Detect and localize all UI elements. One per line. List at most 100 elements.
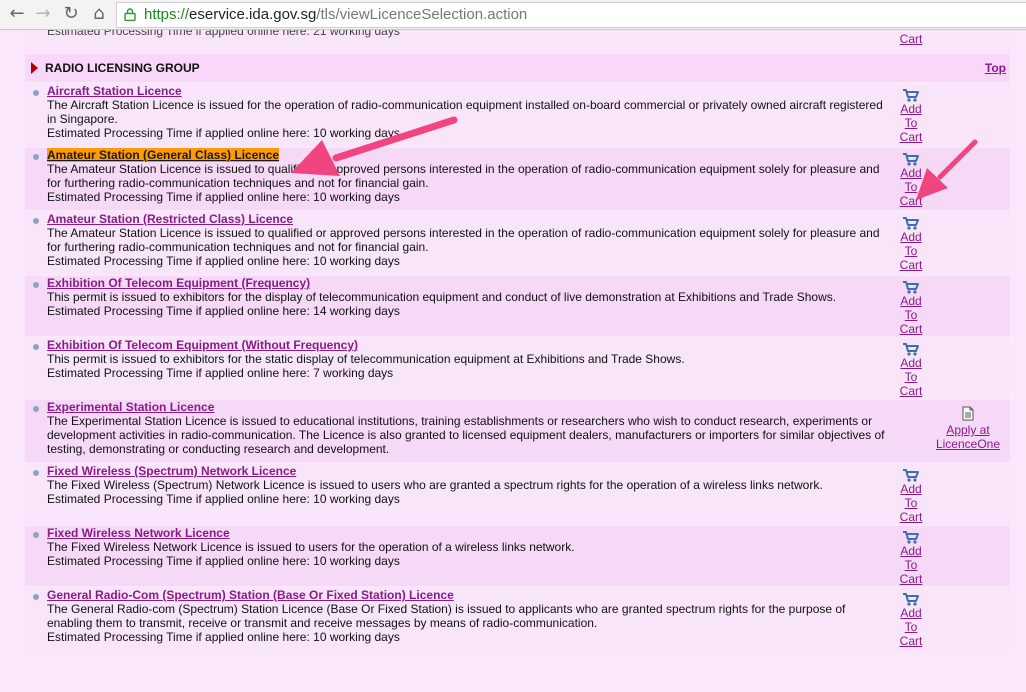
url-scheme: https://	[144, 6, 190, 23]
add-to-cart-link-cart[interactable]: Cart	[896, 384, 926, 398]
shopping-cart-icon[interactable]	[902, 592, 920, 606]
shopping-cart-icon[interactable]	[902, 342, 920, 356]
licence-title-link[interactable]: Experimental Station Licence	[47, 400, 214, 414]
add-to-cart-link-add[interactable]: Add	[896, 482, 926, 496]
add-to-cart-link-to[interactable]: To	[896, 116, 926, 130]
apply-cell	[926, 464, 1010, 524]
cart-cell: Add To Cart	[896, 276, 926, 336]
add-to-cart-link-cart[interactable]: Cart	[896, 634, 926, 648]
licence-title-link[interactable]: Fixed Wireless Network Licence	[47, 526, 230, 540]
add-to-cart-link-add[interactable]: Add	[896, 606, 926, 620]
add-to-cart-link-add[interactable]: Add	[896, 102, 926, 116]
url-path: /tls/viewLicenceSelection.action	[316, 6, 528, 23]
add-to-cart-link-cart[interactable]: Cart	[896, 572, 926, 586]
group-header-row: Top RADIO LICENSING GROUP	[25, 54, 1010, 82]
apply-cell	[926, 338, 1010, 398]
licence-desc-cell: Amateur Station (General Class) Licence T…	[25, 148, 896, 210]
apply-cell	[926, 84, 1010, 146]
table-row: Exhibition Of Telecom Equipment (Frequen…	[25, 276, 1010, 336]
cut-off-processing-time: Estimated Processing Time if applied onl…	[47, 30, 400, 38]
add-to-cart-link-cart[interactable]: Cart	[896, 510, 926, 524]
top-link[interactable]: Top	[985, 61, 1006, 75]
cart-cell: Add To Cart	[896, 84, 926, 146]
licence-desc-cell: Amateur Station (Restricted Class) Licen…	[25, 212, 896, 274]
forward-arrow-icon[interactable]: →	[32, 3, 54, 25]
licence-title-link[interactable]: Exhibition Of Telecom Equipment (Without…	[47, 338, 358, 352]
table-row: Aircraft Station Licence The Aircraft Sta…	[25, 84, 1010, 146]
apply-cell	[926, 276, 1010, 336]
shopping-cart-icon[interactable]	[902, 152, 920, 166]
group-title-text: RADIO LICENSING GROUP	[45, 61, 200, 75]
licence-processing-time: Estimated Processing Time if applied onl…	[47, 554, 400, 568]
licence-desc-cell: Fixed Wireless (Spectrum) Network Licenc…	[25, 464, 896, 524]
add-to-cart-link-to[interactable]: To	[896, 558, 926, 572]
shopping-cart-icon[interactable]	[902, 88, 920, 102]
add-to-cart-link-add[interactable]: Add	[896, 356, 926, 370]
add-to-cart-link-cart[interactable]: Cart	[896, 130, 926, 144]
licence-title-link[interactable]: General Radio-Com (Spectrum) Station (Ba…	[47, 588, 454, 602]
licence-description: The Aircraft Station Licence is issued f…	[47, 98, 883, 126]
shopping-cart-icon[interactable]	[902, 530, 920, 544]
add-to-cart-link-add[interactable]: Add	[896, 230, 926, 244]
cart-cell: Add To Cart	[896, 212, 926, 274]
licence-title-link[interactable]: Aircraft Station Licence	[47, 84, 182, 98]
licence-title-link[interactable]: Fixed Wireless (Spectrum) Network Licenc…	[47, 464, 296, 478]
cart-cell: Add To Cart	[896, 148, 926, 210]
add-to-cart-link-cart[interactable]: Cart	[896, 258, 926, 272]
triangle-icon	[31, 62, 38, 74]
add-to-cart-link-to[interactable]: To	[896, 180, 926, 194]
apply-at-licenceone-link[interactable]: Apply at	[926, 423, 1010, 437]
home-icon[interactable]: ⌂	[88, 3, 110, 25]
licence-desc-cell: General Radio-Com (Spectrum) Station (Ba…	[25, 588, 896, 650]
table-row: General Radio-Com (Spectrum) Station (Ba…	[25, 588, 1010, 650]
cart-cell: Add To Cart	[896, 464, 926, 524]
add-to-cart-link-add[interactable]: Add	[896, 294, 926, 308]
shopping-cart-icon[interactable]	[902, 468, 920, 482]
shopping-cart-icon[interactable]	[902, 280, 920, 294]
licence-processing-time: Estimated Processing Time if applied onl…	[47, 492, 400, 506]
add-to-cart-link-cart[interactable]: Cart	[896, 194, 926, 208]
apply-at-licenceone-link-2[interactable]: LicenceOne	[926, 437, 1010, 451]
document-icon[interactable]	[962, 406, 974, 421]
table-row-cut-off: Estimated Processing Time if applied onl…	[25, 30, 1010, 52]
licence-description: The General Radio-com (Spectrum) Station…	[47, 602, 846, 630]
bullet-icon	[33, 532, 39, 538]
lock-icon	[124, 8, 136, 21]
back-arrow-icon[interactable]: ←	[6, 3, 28, 25]
cut-off-cart-link[interactable]: Cart	[896, 32, 926, 46]
add-to-cart-link-add[interactable]: Add	[896, 544, 926, 558]
reload-icon[interactable]: ↻	[60, 3, 82, 25]
licence-description: The Amateur Station Licence is issued to…	[47, 226, 880, 254]
bullet-icon	[33, 406, 39, 412]
apply-cell	[926, 526, 1010, 586]
add-to-cart-link-to[interactable]: To	[896, 496, 926, 510]
licence-title-link[interactable]: Amateur Station (Restricted Class) Licen…	[47, 212, 293, 226]
licence-selection-page: Estimated Processing Time if applied onl…	[0, 30, 1026, 692]
table-row: Amateur Station (General Class) Licence T…	[25, 148, 1010, 210]
apply-cell	[926, 212, 1010, 274]
licence-title-link[interactable]: Amateur Station (General Class) Licence	[47, 148, 280, 162]
bullet-icon	[33, 154, 39, 160]
add-to-cart-link-add[interactable]: Add	[896, 166, 926, 180]
licence-title-link[interactable]: Exhibition Of Telecom Equipment (Frequen…	[47, 276, 310, 290]
licence-processing-time: Estimated Processing Time if applied onl…	[47, 366, 394, 380]
add-to-cart-link-to[interactable]: To	[896, 244, 926, 258]
add-to-cart-link-to[interactable]: To	[896, 308, 926, 322]
table-row: Experimental Station Licence The Experime…	[25, 400, 1010, 462]
add-to-cart-link-to[interactable]: To	[896, 370, 926, 384]
apply-cell	[926, 588, 1010, 650]
cut-off-apply-cell	[926, 32, 1010, 52]
licence-table: Estimated Processing Time if applied onl…	[25, 30, 1010, 652]
cart-cell: Add To Cart	[896, 588, 926, 650]
cut-off-desc: Estimated Processing Time if applied onl…	[25, 30, 896, 52]
shopping-cart-icon[interactable]	[902, 216, 920, 230]
address-bar[interactable]: https://eservice.ida.gov.sg/tls/viewLice…	[116, 2, 1026, 28]
licence-description: The Amateur Station Licence is issued to…	[47, 162, 880, 190]
add-to-cart-link-to[interactable]: To	[896, 620, 926, 634]
browser-toolbar: ← → ↻ ⌂ https://eservice.ida.gov.sg/tls/…	[0, 0, 1026, 30]
licence-processing-time: Estimated Processing Time if applied onl…	[47, 630, 400, 644]
table-row: Fixed Wireless (Spectrum) Network Licenc…	[25, 464, 1010, 524]
group-title: RADIO LICENSING GROUP	[25, 61, 200, 75]
licence-description: This permit is issued to exhibitors for …	[47, 352, 685, 366]
add-to-cart-link-cart[interactable]: Cart	[896, 322, 926, 336]
